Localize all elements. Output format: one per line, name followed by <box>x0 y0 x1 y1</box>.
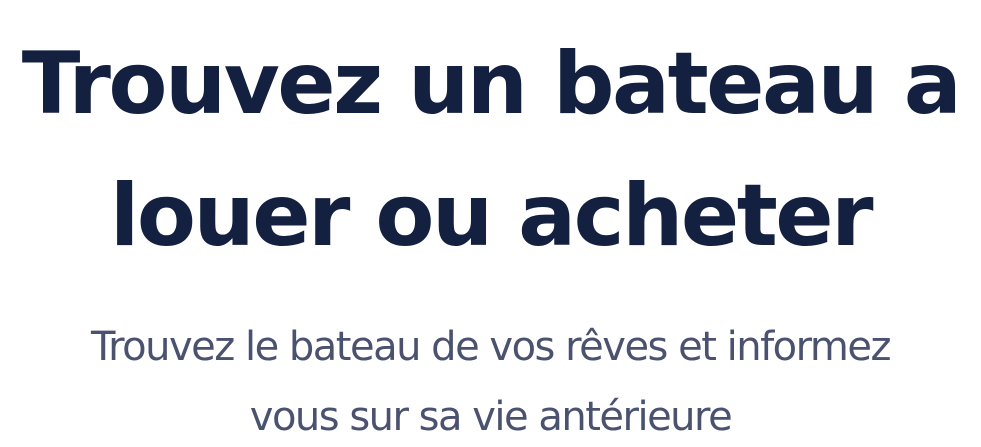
hero-subtitle: Trouvez le bateau de vos rêves et inform… <box>91 324 891 440</box>
hero-section: Trouvez un bateau a louer ou acheter Tro… <box>0 0 981 447</box>
hero-title: Trouvez un bateau a louer ou acheter <box>21 34 962 266</box>
